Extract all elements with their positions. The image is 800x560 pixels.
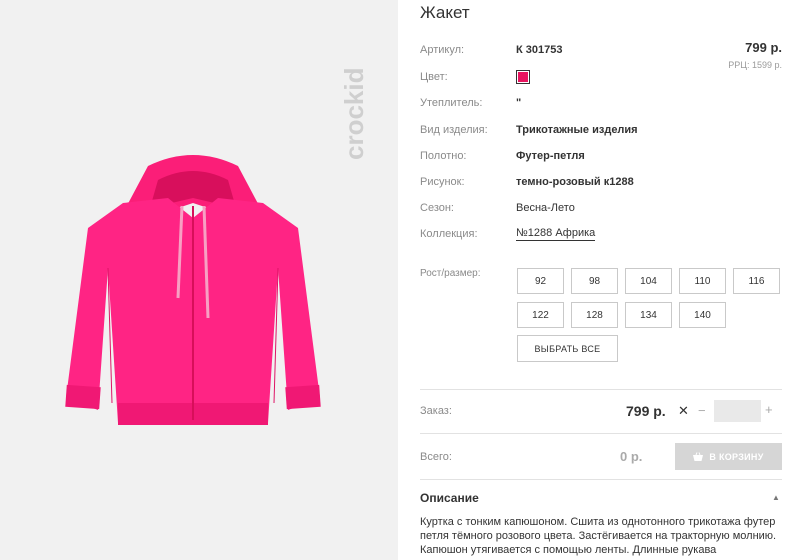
prop-label: Сезон: (420, 202, 454, 214)
total-value: 0 р. (620, 449, 643, 464)
cart-icon (693, 452, 704, 461)
product-title: Жакет (420, 3, 470, 22)
description-title[interactable]: Описание (420, 491, 479, 505)
prop-label: Рисунок: (420, 176, 465, 188)
prop-collection: Коллекция: №1288 Африка (420, 224, 782, 244)
svg-text:crockid: crockid (339, 68, 369, 161)
prop-label: Коллекция: (420, 228, 478, 240)
collection-link[interactable]: №1288 Африка (516, 227, 596, 241)
prop-season: Сезон: Весна-Лето (420, 198, 782, 218)
prop-value: К 301753 (516, 44, 563, 56)
price: 799 р. (745, 40, 782, 55)
brand-logo-vertical: crockid (339, 68, 369, 161)
size-button[interactable]: 110 (679, 268, 726, 294)
divider (420, 433, 782, 434)
add-to-cart-button[interactable]: В КОРЗИНУ (675, 443, 782, 470)
product-image[interactable] (58, 148, 328, 438)
prop-label: Цвет: (420, 71, 448, 83)
size-button[interactable]: 122 (517, 302, 564, 328)
total-label: Всего: (420, 451, 452, 463)
prop-label: Артикул: (420, 44, 465, 56)
prop-color: Цвет: (420, 67, 782, 87)
prop-kind: Вид изделия: Трикотажные изделия (420, 120, 782, 140)
prop-insulation: Утеплитель: " (420, 93, 782, 113)
size-button[interactable]: 134 (625, 302, 672, 328)
prop-value: " (516, 97, 522, 109)
prop-label: Полотно: (420, 150, 467, 162)
prop-label: Утеплитель: (420, 97, 483, 109)
order-label: Заказ: (420, 405, 452, 417)
size-button[interactable]: 128 (571, 302, 618, 328)
prop-value: Футер-петля (516, 150, 585, 162)
times-icon: ✕ (678, 403, 689, 418)
add-to-cart-label: В КОРЗИНУ (709, 451, 764, 462)
prop-value: темно-розовый к1288 (516, 176, 634, 188)
size-button[interactable]: 116 (733, 268, 780, 294)
description-text: Куртка с тонким капюшоном. Сшита из одно… (420, 516, 777, 556)
color-swatch[interactable] (516, 70, 530, 84)
product-gallery: crockid (0, 0, 398, 560)
order-price: 799 р. (626, 403, 666, 419)
recommended-price: РРЦ: 1599 р. (728, 60, 782, 70)
prop-value: Весна-Лето (516, 202, 575, 214)
prop-pattern: Рисунок: темно-розовый к1288 (420, 172, 782, 192)
product-details: Жакет Артикул: К 301753 Цвет: Утеплитель… (398, 0, 800, 560)
divider (420, 479, 782, 480)
size-button[interactable]: 104 (625, 268, 672, 294)
prop-value: Трикотажные изделия (516, 124, 638, 136)
sizes-label: Рост/размер: (420, 268, 481, 279)
quantity-plus-button[interactable]: + (765, 402, 773, 417)
prop-fabric: Полотно: Футер-петля (420, 146, 782, 166)
select-all-button[interactable]: ВЫБРАТЬ ВСЕ (517, 335, 618, 362)
prop-label: Вид изделия: (420, 124, 488, 136)
size-button[interactable]: 98 (571, 268, 618, 294)
collapse-arrow-icon[interactable]: ▲ (772, 493, 780, 502)
divider (420, 389, 782, 390)
quantity-minus-button[interactable]: − (698, 403, 706, 418)
quantity-input[interactable] (714, 400, 761, 422)
price-box: 799 р. РРЦ: 1599 р. (728, 40, 782, 70)
size-button[interactable]: 140 (679, 302, 726, 328)
size-button[interactable]: 92 (517, 268, 564, 294)
